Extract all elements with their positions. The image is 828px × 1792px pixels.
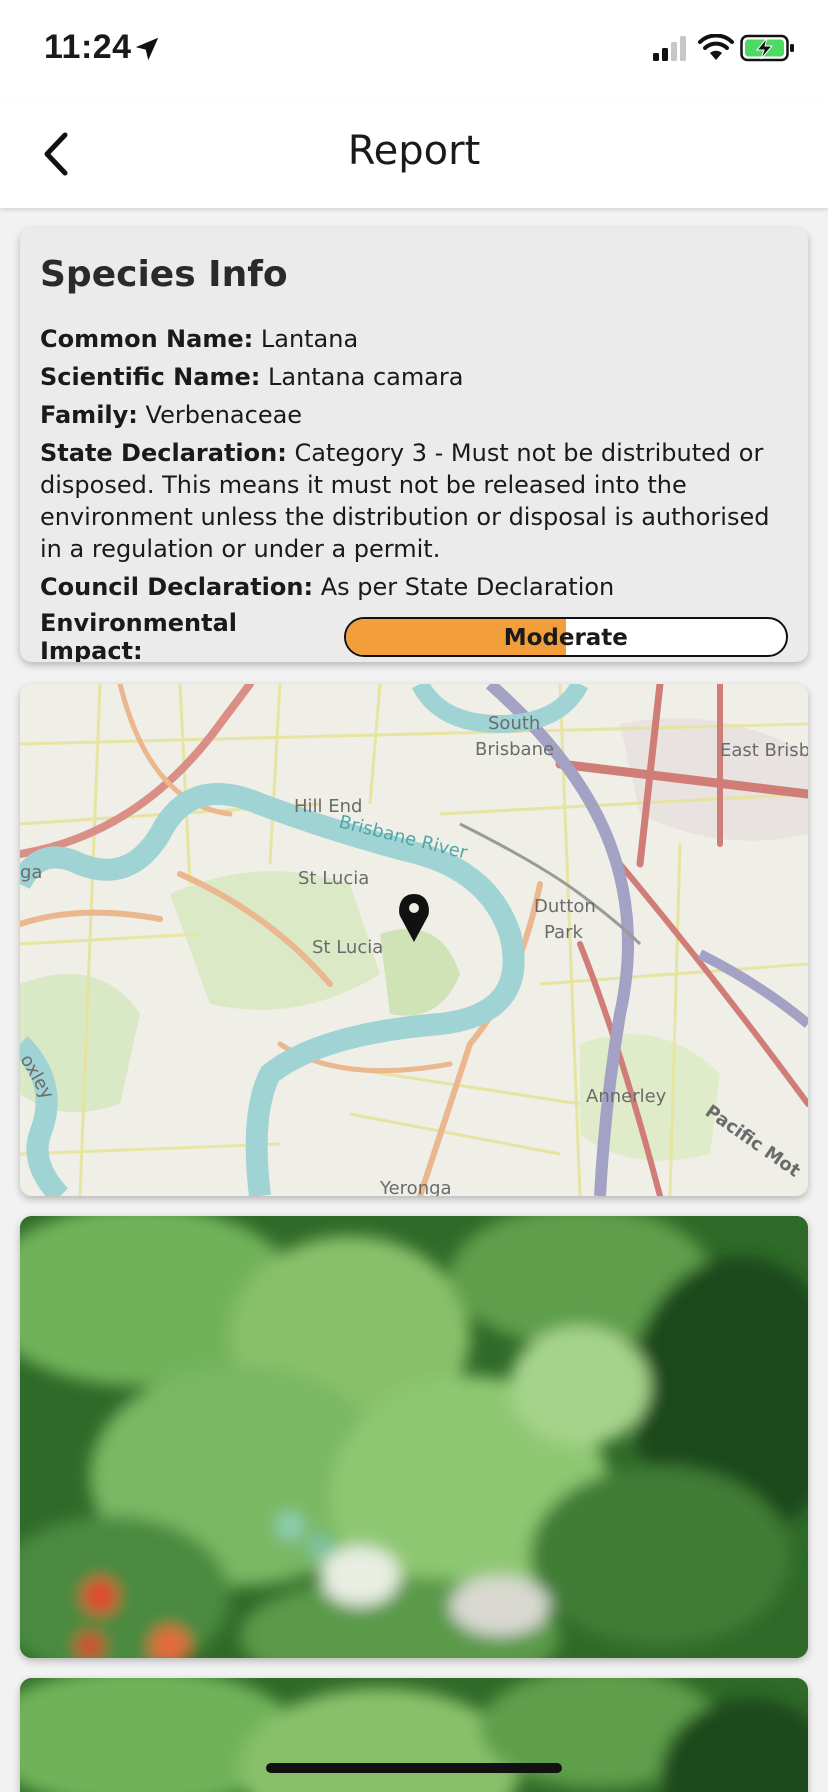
- map-image: South Brisbane East Brisb Hill End Brisba…: [20, 684, 808, 1196]
- plant-photo-2[interactable]: [20, 1678, 808, 1792]
- species-info-card: Species Info Common Name: Lantana Scient…: [20, 228, 808, 662]
- status-bar: 11:24: [0, 0, 828, 100]
- nav-bar: Report: [0, 100, 828, 208]
- environmental-impact-value: Moderate: [503, 625, 628, 651]
- cellular-signal-icon: [653, 36, 686, 61]
- plant-photo-1[interactable]: [20, 1216, 808, 1658]
- species-info-title: Species Info: [40, 254, 288, 295]
- status-time: 11:24: [44, 28, 132, 66]
- common-name-value: Lantana: [260, 325, 359, 353]
- location-arrow-icon: [135, 37, 159, 61]
- council-declaration-value: As per State Declaration: [320, 573, 615, 601]
- location-map[interactable]: South Brisbane East Brisb Hill End Brisba…: [20, 684, 808, 1196]
- map-label-ga: ga: [20, 862, 42, 883]
- family-row: Family: Verbenaceae: [40, 399, 788, 431]
- environmental-impact-label: Environmental Impact:: [40, 609, 238, 662]
- council-declaration-row: Council Declaration: As per State Declar…: [40, 571, 788, 603]
- map-label-yeronga: Yeronga: [379, 1178, 452, 1196]
- state-declaration-label: State Declaration:: [40, 439, 287, 467]
- state-declaration-row: State Declaration: Category 3 - Must not…: [40, 437, 788, 565]
- family-label: Family:: [40, 401, 138, 429]
- environmental-impact-bar: Moderate: [343, 617, 788, 657]
- scientific-name-value: Lantana camara: [267, 363, 464, 391]
- scientific-name-label: Scientific Name:: [40, 363, 261, 391]
- wifi-icon: [698, 34, 734, 60]
- common-name-row: Common Name: Lantana: [40, 323, 788, 355]
- map-label-st-lucia-2: St Lucia: [312, 937, 383, 958]
- page-title: Report: [347, 128, 481, 174]
- scientific-name-row: Scientific Name: Lantana camara: [40, 361, 788, 393]
- environmental-impact-row: Environmental Impact: Moderate: [40, 609, 788, 662]
- common-name-label: Common Name:: [40, 325, 254, 353]
- battery-charging-icon: [740, 34, 794, 62]
- home-indicator[interactable]: [266, 1763, 562, 1773]
- council-declaration-label: Council Declaration:: [40, 573, 314, 601]
- map-label-st-lucia-1: St Lucia: [298, 868, 369, 889]
- family-value: Verbenaceae: [145, 401, 303, 429]
- map-label-annerley: Annerley: [586, 1086, 667, 1107]
- plant-photo-image-2: [20, 1678, 808, 1792]
- plant-photo-image: [20, 1216, 808, 1658]
- map-label-east-brisbane: East Brisb: [720, 740, 808, 761]
